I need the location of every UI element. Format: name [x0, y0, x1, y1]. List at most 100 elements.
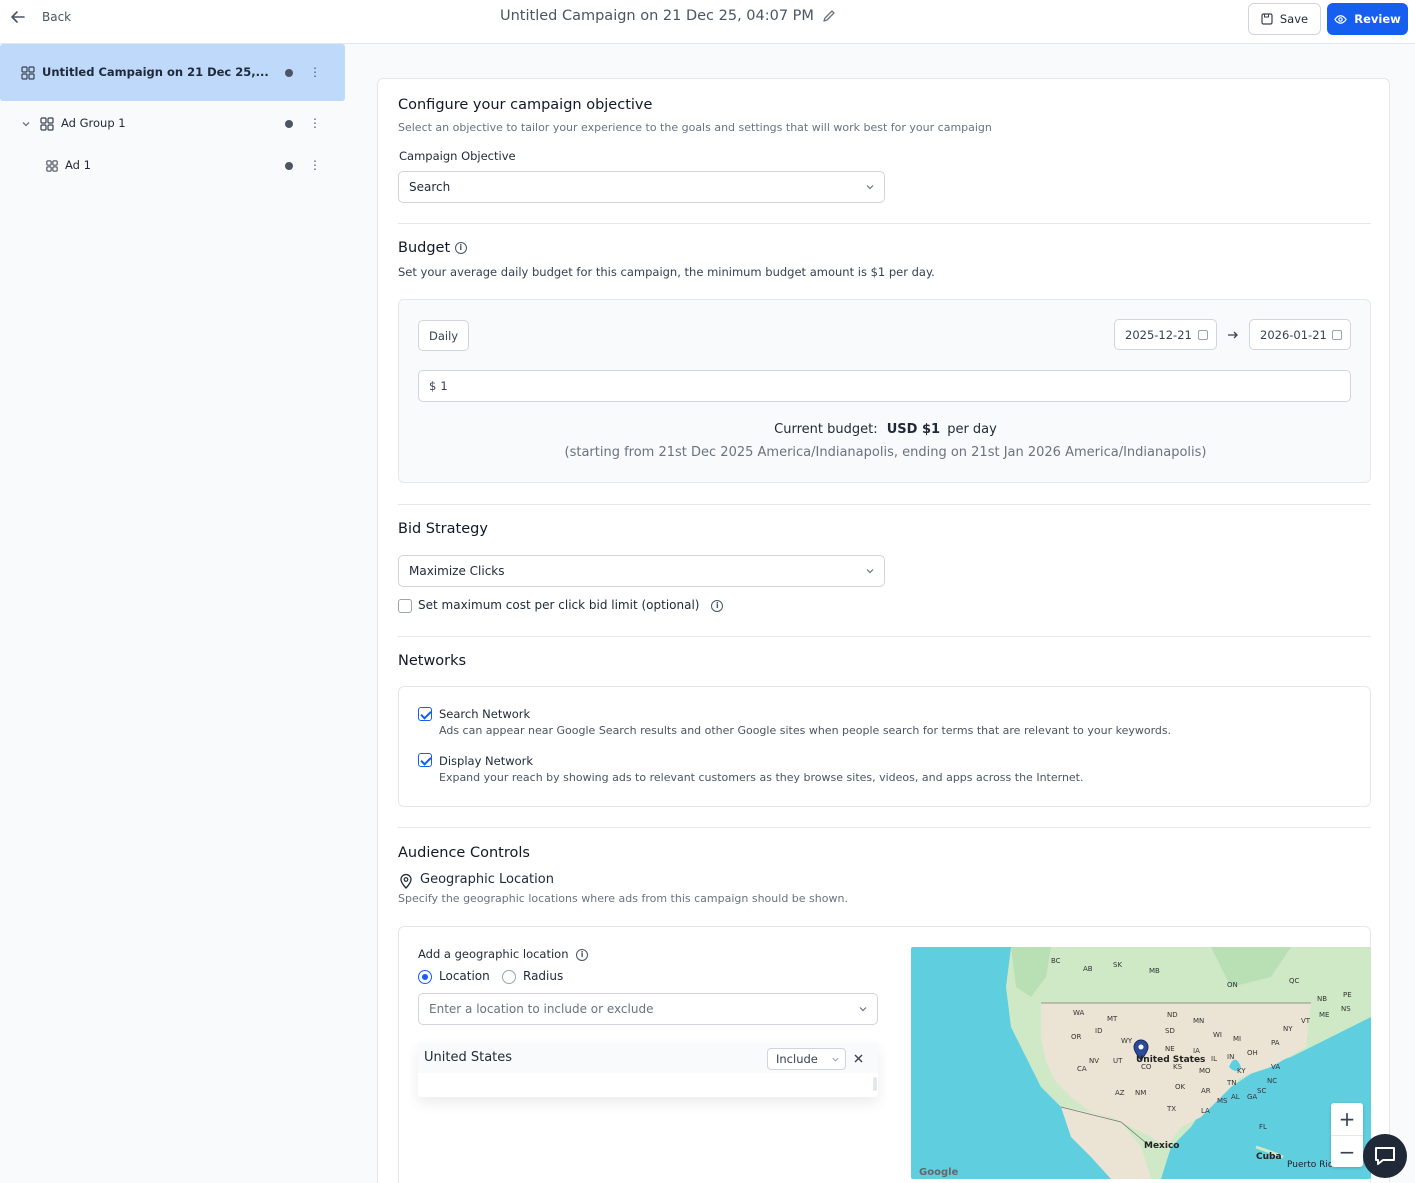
pencil-icon[interactable] [822, 9, 836, 23]
zoom-out-button[interactable]: − [1331, 1135, 1363, 1167]
map-label: ON [1227, 981, 1238, 989]
map-label: NY [1283, 1025, 1293, 1033]
map-label: MT [1107, 1015, 1118, 1023]
map-label: ID [1095, 1027, 1103, 1035]
map-label: PE [1343, 991, 1352, 999]
campaign-title: Untitled Campaign on 21 Dec 25, 04:07 PM [500, 8, 814, 24]
campaign-tree-sidebar: Untitled Campaign on 21 Dec 25,... ⋮ Ad … [0, 44, 345, 1183]
current-budget-suffix: per day [947, 422, 997, 437]
tree-label-ad-group: Ad Group 1 [61, 116, 126, 130]
chat-bubble-icon [1375, 1147, 1395, 1165]
section-divider [398, 504, 1371, 505]
tree-item-ad[interactable]: Ad 1 ⋮ [0, 152, 345, 180]
add-location-label: Add a geographic location [418, 947, 569, 961]
include-select[interactable]: Include [767, 1048, 846, 1070]
map-label: OR [1071, 1033, 1082, 1041]
location-row-name: United States [424, 1050, 513, 1065]
zoom-in-button[interactable]: + [1331, 1103, 1363, 1135]
add-location-label-wrap: Add a geographic location i [418, 947, 589, 961]
grid-icon [21, 66, 35, 80]
bid-strategy-select[interactable]: Maximize Clicks [398, 555, 885, 587]
display-network-name: Display Network [439, 754, 534, 768]
map-label: NV [1089, 1057, 1100, 1065]
display-network-checkbox[interactable] [418, 753, 432, 767]
section-divider [398, 636, 1371, 637]
objective-field-label: Campaign Objective [399, 149, 516, 163]
bid-strategy-heading: Bid Strategy [398, 521, 488, 537]
map-label: WA [1073, 1009, 1085, 1017]
map-label: QC [1289, 977, 1300, 985]
budget-amount-input[interactable]: $ 1 [418, 370, 1351, 402]
campaign-settings-card: Configure your campaign objective Select… [377, 78, 1390, 1183]
info-icon[interactable]: i [576, 948, 589, 961]
map-label: WY [1121, 1037, 1133, 1045]
currency-prefix: $ [429, 379, 437, 393]
location-row: United States Include [418, 1043, 878, 1073]
search-network-name: Search Network [439, 707, 531, 721]
more-icon[interactable]: ⋮ [309, 66, 321, 78]
map-label: MB [1149, 967, 1160, 975]
campaign-objective-select[interactable]: Search [398, 171, 885, 203]
map-label: LA [1201, 1107, 1210, 1115]
networks-heading: Networks [398, 653, 467, 669]
radius-radio[interactable] [502, 970, 516, 984]
include-value: Include [776, 1052, 818, 1066]
chat-widget-button[interactable] [1363, 1134, 1407, 1178]
map-label: NS [1341, 1005, 1351, 1013]
info-icon[interactable]: i [711, 599, 724, 612]
map-label: MS [1217, 1097, 1228, 1105]
chevron-down-icon [866, 569, 874, 574]
more-icon[interactable]: ⋮ [309, 117, 321, 129]
map-label: VT [1301, 1017, 1311, 1025]
chevron-down-icon[interactable] [21, 119, 31, 129]
list-scrollbar[interactable] [873, 1077, 877, 1091]
location-radio[interactable] [418, 970, 432, 984]
budget-type-button[interactable]: Daily [418, 320, 470, 351]
map-label: IA [1193, 1047, 1200, 1055]
section-divider [398, 827, 1371, 828]
bid-limit-checkbox[interactable] [398, 599, 412, 613]
save-button[interactable]: Save [1248, 3, 1321, 35]
status-dot [285, 69, 293, 77]
map-label: AR [1201, 1087, 1211, 1095]
more-icon[interactable]: ⋮ [309, 159, 321, 171]
selected-locations-list: United States Include [418, 1043, 878, 1097]
map-pin-icon [400, 873, 412, 889]
map-zoom-controls: + − [1331, 1103, 1363, 1167]
map-label: NM [1135, 1089, 1147, 1097]
budget-description: Set your average daily budget for this c… [398, 265, 935, 279]
review-button[interactable]: Review [1327, 3, 1408, 35]
search-network-checkbox[interactable] [418, 707, 432, 721]
tree-item-ad-group[interactable]: Ad Group 1 ⋮ [0, 110, 345, 138]
map-label: FL [1259, 1123, 1267, 1131]
tree-item-campaign[interactable]: Untitled Campaign on 21 Dec 25,... ⋮ [0, 44, 345, 101]
radius-radio-label: Radius [523, 969, 564, 983]
audience-heading: Audience Controls [398, 845, 530, 861]
location-map[interactable]: United States Mexico Cuba Puerto Rico WA… [911, 947, 1371, 1179]
map-label: NC [1267, 1077, 1278, 1085]
map-label: CO [1141, 1063, 1152, 1071]
networks-panel: Search Network Ads can appear near Googl… [398, 686, 1371, 807]
map-label: MN [1193, 1017, 1205, 1025]
chevron-down-icon [832, 1057, 839, 1062]
end-date-input[interactable]: 2026-01-21 [1249, 319, 1351, 350]
grid-icon [46, 160, 58, 172]
location-search-input[interactable]: Enter a location to include or exclude [418, 993, 878, 1025]
back-label: Back [42, 10, 72, 24]
info-icon[interactable]: i [454, 242, 467, 254]
location-radio-label: Location [439, 969, 490, 983]
map-label: IN [1227, 1053, 1235, 1061]
calendar-icon [1198, 330, 1208, 340]
back-button[interactable]: Back [10, 9, 71, 25]
floppy-icon [1261, 13, 1273, 25]
map-label: CA [1077, 1065, 1087, 1073]
start-date-input[interactable]: 2025-12-21 [1114, 319, 1217, 350]
map-label: TX [1167, 1105, 1177, 1113]
end-date-value: 2026-01-21 [1260, 327, 1327, 342]
tree-label-campaign: Untitled Campaign on 21 Dec 25,... [42, 65, 269, 79]
close-icon[interactable] [854, 1054, 863, 1063]
objective-description: Select an objective to tailor your exper… [398, 121, 992, 134]
map-label: BC [1051, 957, 1061, 965]
bid-strategy-value: Maximize Clicks [409, 564, 505, 578]
arrow-right-icon [1228, 331, 1238, 339]
